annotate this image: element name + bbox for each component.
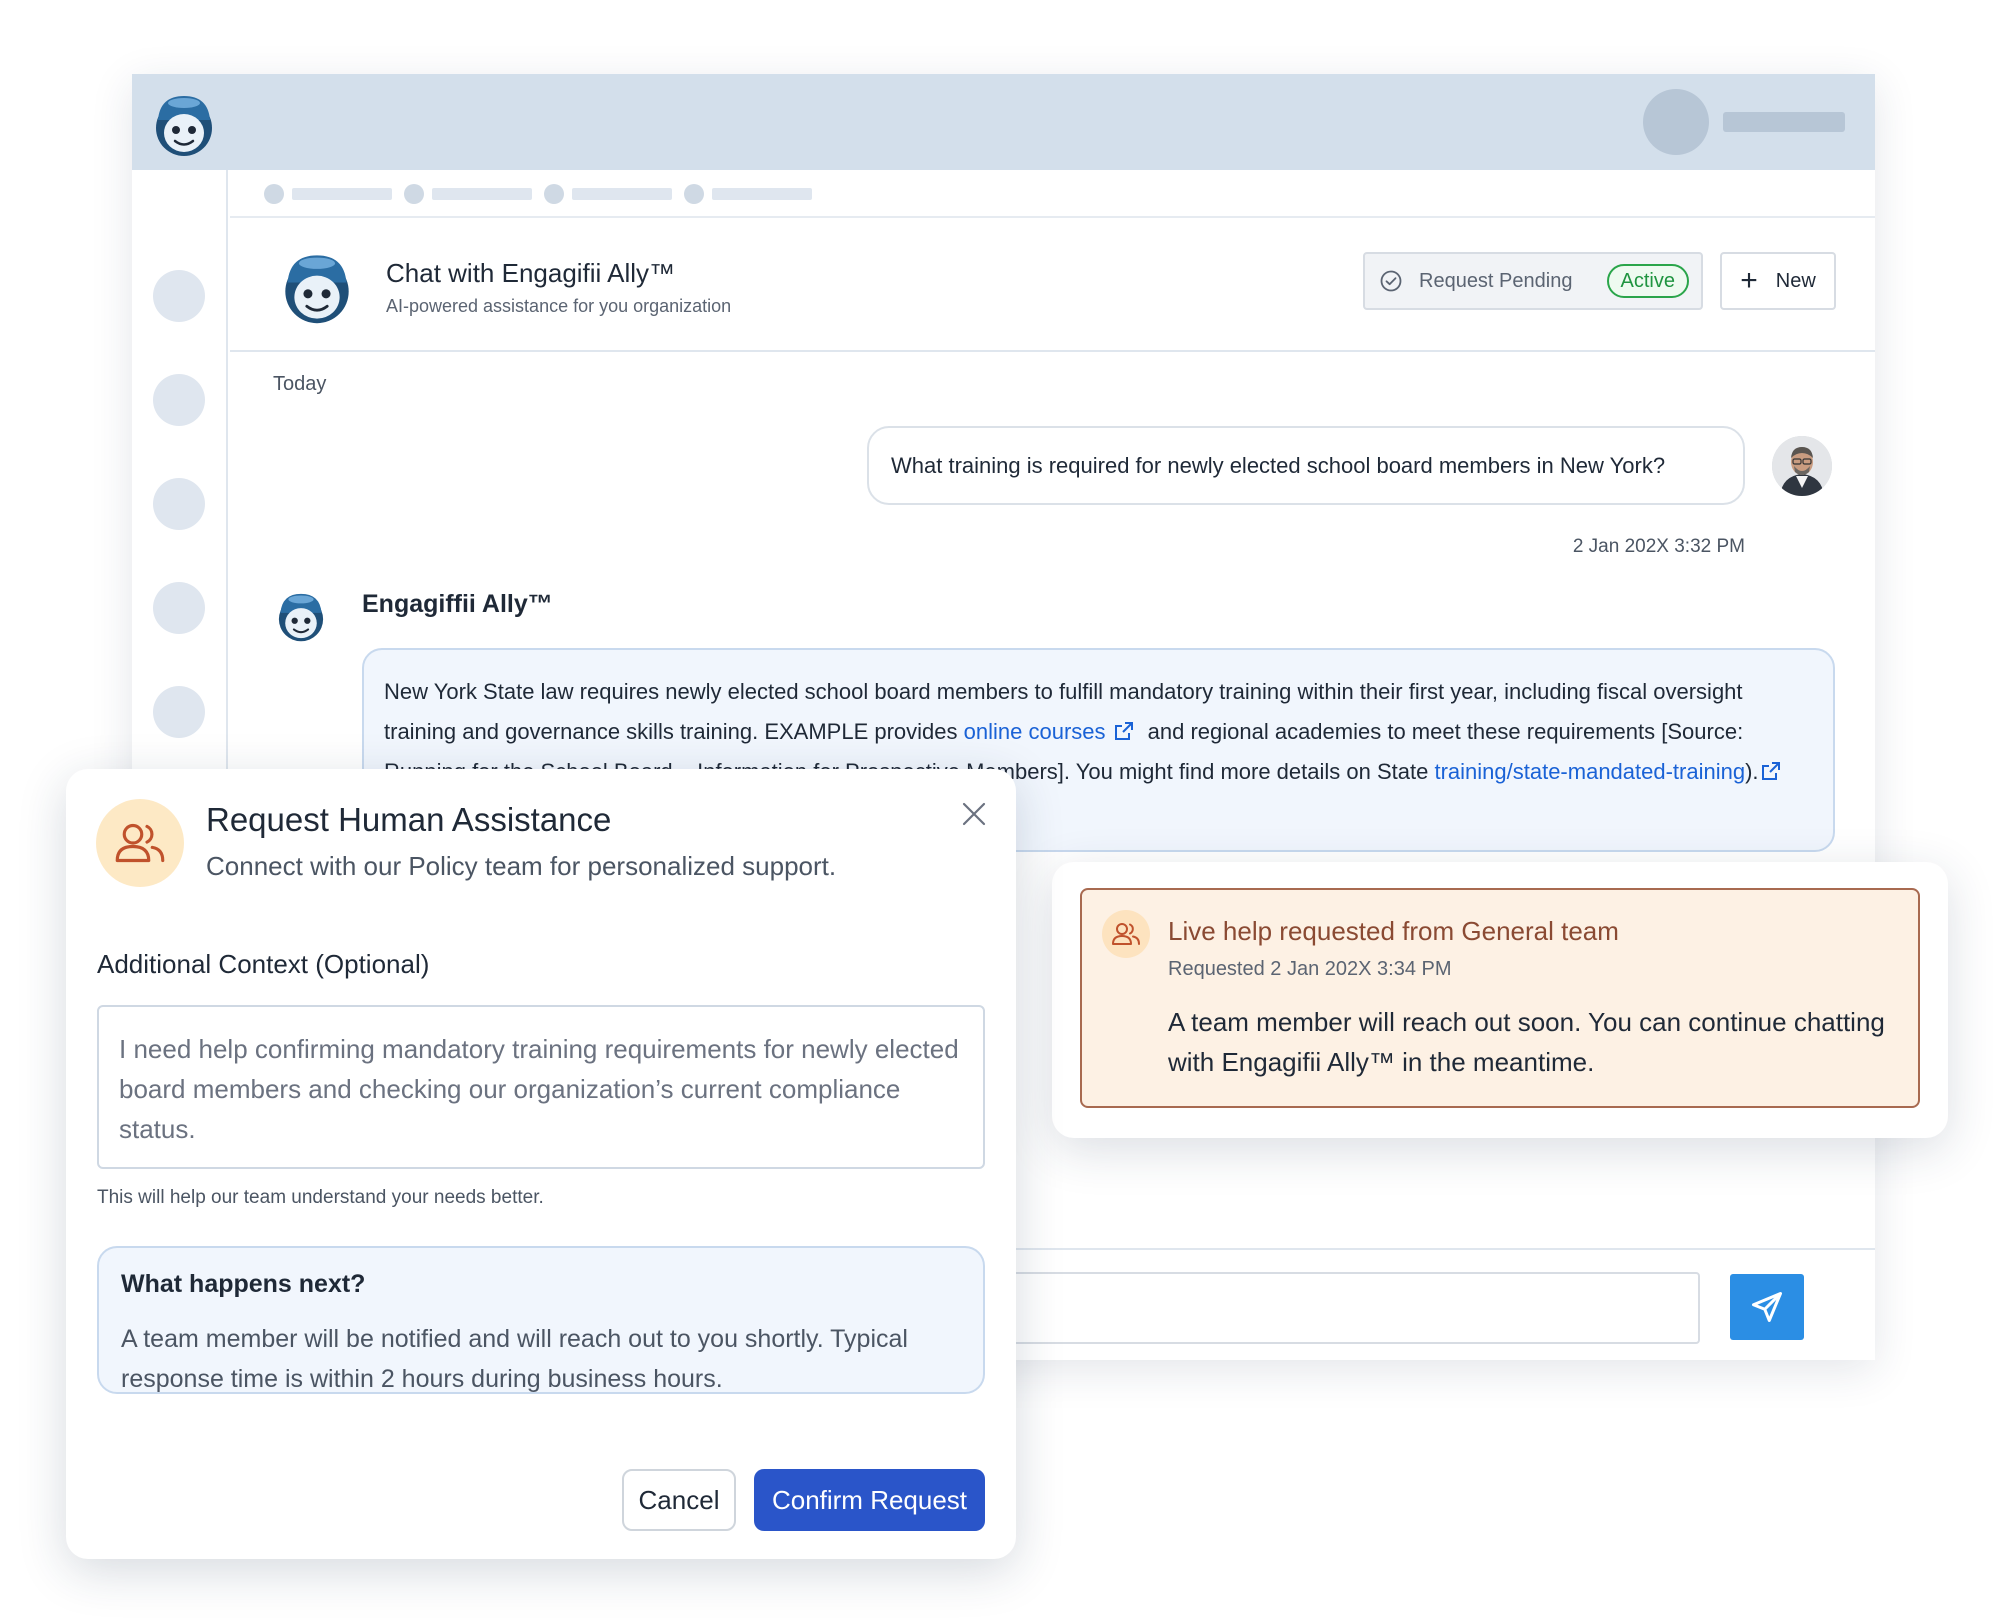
breadcrumb [230,170,1875,218]
plus-icon: + [1740,264,1758,297]
what-happens-next-panel: What happens next? A team member will be… [97,1246,985,1394]
status-badge: Active [1606,264,1689,298]
bot-name: Engagiffii Ally™ [362,590,553,618]
bot-message-text: ). [1745,759,1759,784]
send-icon [1752,1292,1782,1322]
notice-body: A team member will reach out soon. You c… [1168,1007,1885,1077]
modal-title: Request Human Assistance [206,801,612,838]
sidebar-item[interactable] [153,686,205,738]
app-header [132,74,1875,170]
mascot-logo-icon[interactable] [146,86,222,162]
check-circle-icon [1380,270,1402,292]
chat-subtitle: AI-powered assistance for you organizati… [386,296,732,316]
new-chat-button[interactable]: + New [1720,252,1836,310]
bot-avatar-icon [278,593,324,642]
sidebar-item[interactable] [153,374,205,426]
breadcrumb-item[interactable] [684,184,812,204]
message-timestamp: 2 Jan 202X 3:32 PM [1572,536,1745,557]
sidebar-item[interactable] [153,582,205,634]
new-chat-label: New [1775,269,1816,292]
user-avatar [1772,436,1832,496]
close-icon[interactable] [959,799,989,829]
context-label: Additional Context (Optional) [97,949,430,979]
header-user-name-placeholder [1723,112,1845,132]
request-status-pill[interactable]: Request Pending Active [1363,252,1703,310]
cancel-button[interactable]: Cancel [622,1469,736,1531]
sidebar-item[interactable] [153,270,205,322]
day-divider: Today [273,373,327,395]
next-title: What happens next? [121,1270,366,1298]
breadcrumb-item[interactable] [264,184,392,204]
people-icon [1102,910,1150,958]
people-icon [96,799,184,887]
external-link-icon[interactable] [1114,721,1134,741]
external-link-icon[interactable] [1761,761,1781,781]
confirm-request-button[interactable]: Confirm Request [754,1469,985,1531]
context-textarea[interactable]: I need help confirming mandatory trainin… [97,1005,985,1169]
breadcrumb-item[interactable] [404,184,532,204]
send-button[interactable] [1730,1274,1804,1340]
request-assistance-modal: Request Human Assistance Connect with ou… [66,769,1016,1559]
chat-header: Chat with Engagifii Ally™ AI-powered ass… [230,220,1875,352]
breadcrumb-item[interactable] [544,184,672,204]
live-help-notification-card: Live help requested from General team Re… [1052,862,1948,1138]
chat-title: Chat with Engagifii Ally™ [386,258,676,288]
online-courses-link[interactable]: online courses [964,719,1106,744]
header-avatar[interactable] [1643,89,1709,155]
mascot-logo-icon [285,255,349,324]
notice-timestamp: Requested 2 Jan 202X 3:34 PM [1168,958,1452,980]
user-message: What training is required for newly elec… [867,426,1745,505]
live-help-notice: Live help requested from General team Re… [1080,888,1920,1108]
sidebar-item[interactable] [153,478,205,530]
next-body: A team member will be notified and will … [121,1325,908,1393]
message-input[interactable] [1010,1272,1700,1344]
modal-subtitle: Connect with our Policy team for persona… [206,851,837,881]
notice-title: Live help requested from General team [1168,916,1619,946]
request-status-label: Request Pending [1419,269,1573,292]
context-help-text: This will help our team understand your … [97,1187,544,1208]
state-training-link[interactable]: training/state-mandated-training [1434,759,1745,784]
